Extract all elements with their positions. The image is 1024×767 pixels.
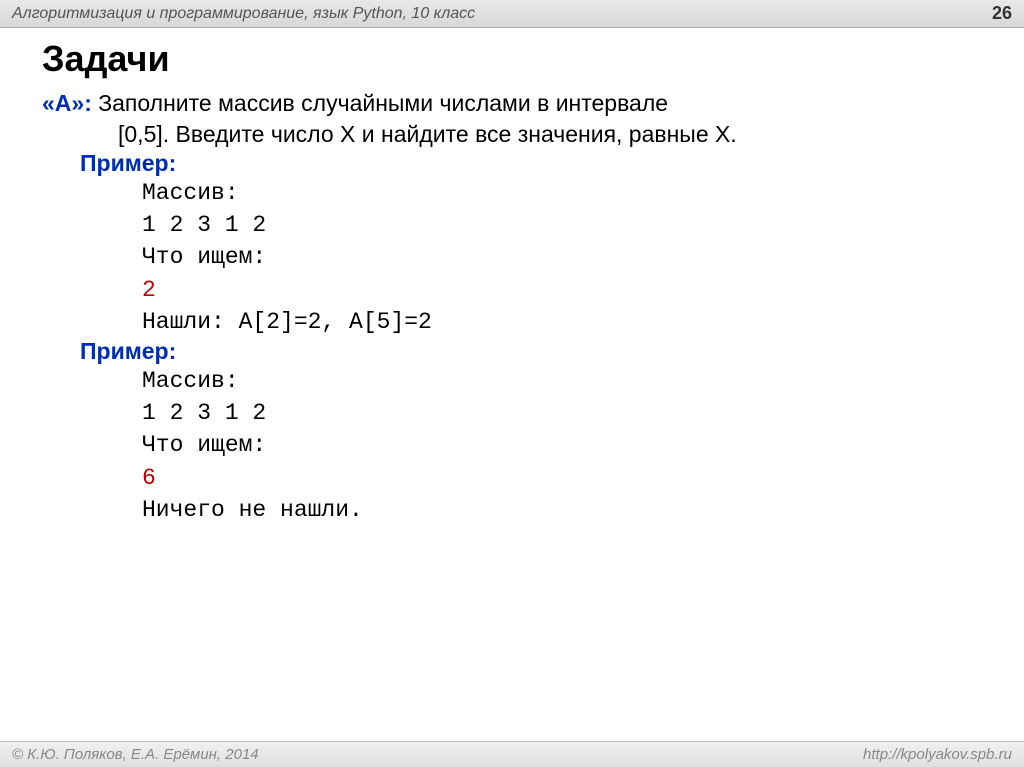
task-label: «А»: bbox=[42, 90, 92, 116]
example1-search-label: Что ищем: bbox=[142, 241, 994, 273]
task-text-line2: [0,5]. Введите число X и найдите все зна… bbox=[118, 119, 994, 150]
example2-array-label: Массив: bbox=[142, 365, 994, 397]
page-number: 26 bbox=[992, 3, 1012, 24]
example2-search-label: Что ищем: bbox=[142, 429, 994, 461]
example2-result: Ничего не нашли. bbox=[142, 494, 994, 526]
example1-array-values: 1 2 3 1 2 bbox=[142, 209, 994, 241]
main-title: Задачи bbox=[42, 38, 994, 80]
slide-footer: © К.Ю. Поляков, Е.А. Ерёмин, 2014 http:/… bbox=[0, 741, 1024, 767]
slide-content: Задачи «А»: Заполните массив случайными … bbox=[0, 28, 1024, 536]
example1-array-label: Массив: bbox=[142, 177, 994, 209]
header-title: Алгоритмизация и программирование, язык … bbox=[12, 5, 475, 23]
example1-label: Пример: bbox=[80, 150, 994, 177]
task-description: «А»: Заполните массив случайными числами… bbox=[42, 88, 994, 150]
example2-label: Пример: bbox=[80, 338, 994, 365]
example2-array-values: 1 2 3 1 2 bbox=[142, 397, 994, 429]
footer-copyright: © К.Ю. Поляков, Е.А. Ерёмин, 2014 bbox=[12, 746, 259, 763]
example1-result: Нашли: A[2]=2, A[5]=2 bbox=[142, 306, 994, 338]
example1-search-value: 2 bbox=[142, 274, 994, 306]
slide-header: Алгоритмизация и программирование, язык … bbox=[0, 0, 1024, 28]
example2-search-value: 6 bbox=[142, 462, 994, 494]
footer-url: http://kpolyakov.spb.ru bbox=[863, 746, 1012, 763]
task-text-line1: Заполните массив случайными числами в ин… bbox=[92, 90, 668, 116]
